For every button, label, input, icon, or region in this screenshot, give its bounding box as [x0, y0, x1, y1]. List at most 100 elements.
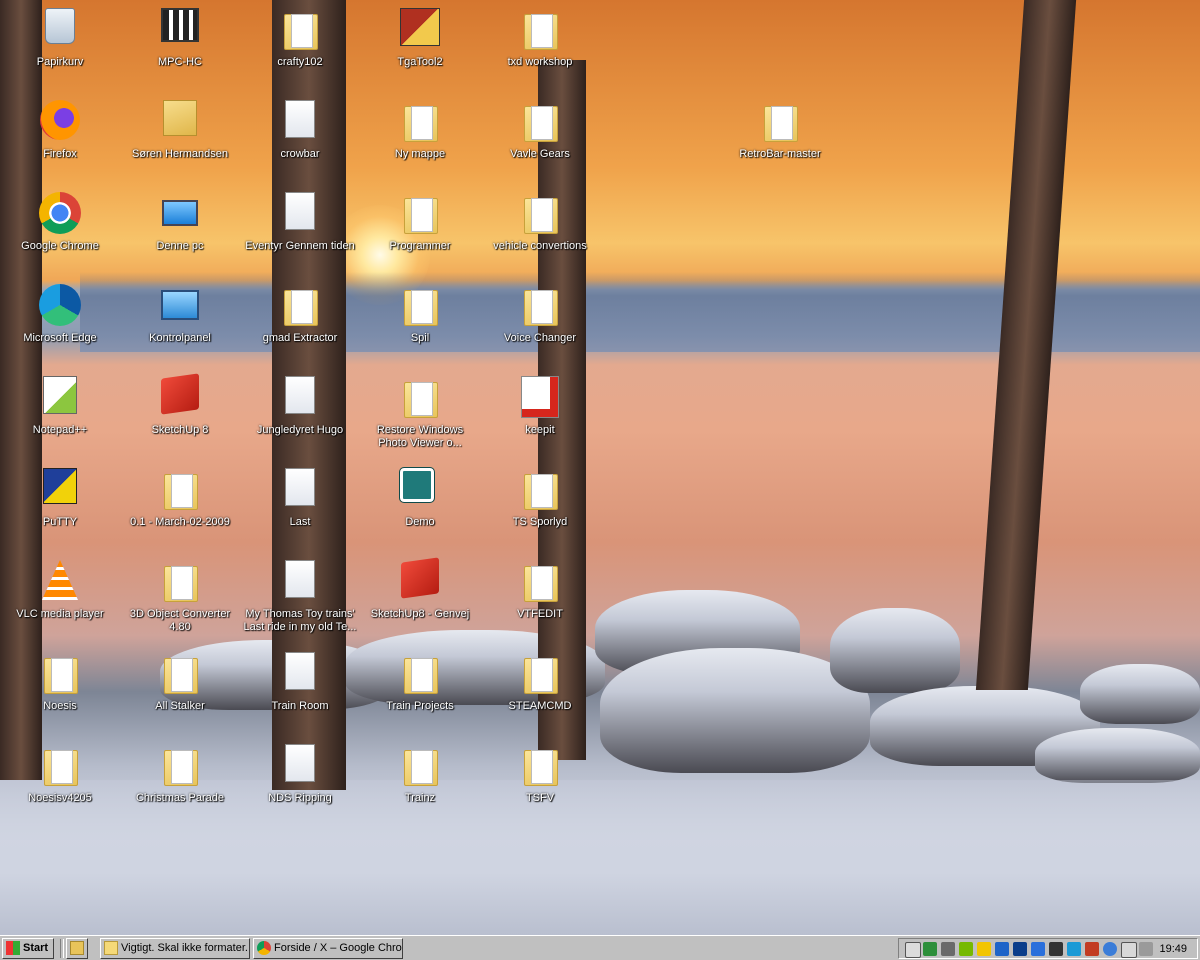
icon-glyph	[285, 652, 315, 690]
folder-shape	[404, 106, 438, 142]
icon-glyph	[39, 284, 81, 326]
speaker-icon[interactable]	[1085, 942, 1099, 956]
desktop-icon[interactable]: Trainz	[360, 744, 480, 805]
desktop-icon[interactable]: crowbar	[240, 100, 360, 161]
desktop-icon[interactable]: Søren Hermandsen	[120, 100, 240, 161]
icon-glyph	[161, 290, 199, 320]
folder-icon	[518, 652, 562, 696]
steam-icon[interactable]	[1049, 942, 1063, 956]
desktop-icon[interactable]: TgaTool2	[360, 8, 480, 69]
desktop-icon[interactable]: Last	[240, 468, 360, 529]
desktop-icon[interactable]: keepit	[480, 376, 600, 437]
desktop-icon[interactable]: Papirkurv	[0, 8, 120, 69]
desktop-icon[interactable]: My Thomas Toy trains' Last ride in my ol…	[240, 560, 360, 634]
desktop-icon[interactable]: txd workshop	[480, 8, 600, 69]
desktop-icon[interactable]: Firefox	[0, 100, 120, 161]
desktop-icon-label: crowbar	[280, 148, 320, 160]
icon-glyph	[285, 376, 315, 414]
desktop-icon[interactable]: SketchUp 8	[120, 373, 240, 437]
desktop-icon[interactable]: 0.1 - March-02-2009	[120, 468, 240, 529]
desktop-icon[interactable]: MPC-HC	[120, 8, 240, 69]
folder-icon	[278, 284, 322, 328]
display-icon[interactable]	[1121, 942, 1137, 958]
desktop-icon[interactable]: TS Sporlyd	[480, 468, 600, 529]
desktop-icon[interactable]: Notepad++	[0, 376, 120, 437]
desktop-icon[interactable]: Kontrolpanel	[120, 284, 240, 345]
clock[interactable]: 19:49	[1159, 942, 1187, 956]
globe-icon[interactable]	[1103, 942, 1117, 956]
system-tray: 19:49	[898, 938, 1198, 959]
teamviewer-icon[interactable]	[1031, 942, 1045, 956]
desktop-icon[interactable]: Noesis	[0, 652, 120, 713]
start-button[interactable]: Start	[2, 938, 54, 959]
desktop-icon[interactable]: TSFV	[480, 744, 600, 805]
desktop-icon[interactable]: Programmer	[360, 192, 480, 253]
taskbar-button-explorer[interactable]: Vigtigt. Skal ikke formater...	[100, 938, 250, 959]
folder-icon	[398, 744, 442, 788]
desktop-icon[interactable]: Demo	[360, 467, 480, 529]
desktop-icon[interactable]: Microsoft Edge	[0, 284, 120, 345]
chrome-icon	[38, 192, 82, 236]
desktop-icon[interactable]: Ny mappe	[360, 100, 480, 161]
desktop-icon-label: Firefox	[43, 148, 77, 160]
icon-glyph	[162, 200, 198, 226]
desktop-icon-label: Trainz	[404, 792, 436, 804]
folder-icon	[398, 100, 442, 144]
quick-launch-explorer[interactable]	[66, 938, 88, 959]
folder-icon	[38, 652, 82, 696]
desktop-icon[interactable]: Train Projects	[360, 652, 480, 713]
desktop-icon[interactable]: PuTTY	[0, 468, 120, 529]
icon-glyph	[40, 100, 80, 140]
folder-shape	[524, 198, 558, 234]
folder-shape	[164, 566, 198, 602]
desktop-icon[interactable]: Vavle Gears	[480, 100, 600, 161]
usb-device-icon[interactable]	[905, 942, 921, 958]
desktop-icon[interactable]: SketchUp8 - Genvej	[360, 557, 480, 621]
desktop-icon[interactable]: vehicle convertions	[480, 192, 600, 253]
shortcut-file-icon	[278, 192, 322, 236]
desktop-icon[interactable]: Voice Changer	[480, 284, 600, 345]
folder-shape	[44, 750, 78, 786]
icon-glyph	[401, 557, 439, 599]
desktop-icon[interactable]: Google Chrome	[0, 192, 120, 253]
start-label: Start	[23, 942, 49, 954]
app-tray-icon[interactable]	[995, 942, 1009, 956]
desktop-icon[interactable]: Spil	[360, 284, 480, 345]
desktop-icon[interactable]: STEAMCMD	[480, 652, 600, 713]
desktop-icon[interactable]: Train Room	[240, 652, 360, 713]
desktop-icon[interactable]: gmad Extractor	[240, 284, 360, 345]
desktop-icon[interactable]: RetroBar-master	[720, 100, 840, 161]
desktop-icon[interactable]: crafty102	[240, 8, 360, 69]
file-explorer-icon	[70, 941, 84, 956]
taskbar-button-label: Forside / X – Google Chro...	[274, 942, 403, 954]
folder-icon	[518, 468, 562, 512]
desktop-icon[interactable]: Noesisv4205	[0, 744, 120, 805]
desktop-icon[interactable]: VTFEDIT	[480, 560, 600, 621]
desktop-icon[interactable]: Restore Windows Photo Viewer o...	[360, 376, 480, 450]
volume-icon[interactable]	[1139, 942, 1153, 956]
desktop-icon-label: STEAMCMD	[508, 700, 572, 712]
app-tray-icon[interactable]	[1013, 942, 1027, 956]
network-disconnected-icon[interactable]	[941, 942, 955, 956]
taskbar-button-chrome[interactable]: Forside / X – Google Chro...	[253, 938, 403, 959]
desktop-icon[interactable]: All Stalker	[120, 652, 240, 713]
sketchup-icon	[398, 557, 442, 604]
folder-icon	[104, 941, 118, 956]
control-panel-icon	[158, 284, 202, 328]
nvidia-icon[interactable]	[959, 942, 973, 956]
security-shield-icon[interactable]	[923, 942, 937, 956]
folder-shape	[404, 382, 438, 418]
desktop-icon[interactable]: Jungledyret Hugo	[240, 376, 360, 437]
desktop-icon[interactable]: Eventyr Gennem tiden	[240, 192, 360, 253]
desktop-icon[interactable]: VLC media player	[0, 560, 120, 621]
desktop-icon[interactable]: 3D Object Converter 4.80	[120, 560, 240, 634]
desktop-icon-label: All Stalker	[155, 700, 205, 712]
desktop-icon[interactable]: Christmas Parade	[120, 744, 240, 805]
user-folder-icon	[158, 100, 202, 144]
app-tray-icon[interactable]	[1067, 942, 1081, 956]
desktop-icon[interactable]: NDS Ripping	[240, 744, 360, 805]
desktop-icon-label: vehicle convertions	[493, 240, 587, 252]
desktop-icon[interactable]: Denne pc	[120, 192, 240, 253]
folder-icon	[158, 468, 202, 512]
app-tray-icon[interactable]	[977, 942, 991, 956]
